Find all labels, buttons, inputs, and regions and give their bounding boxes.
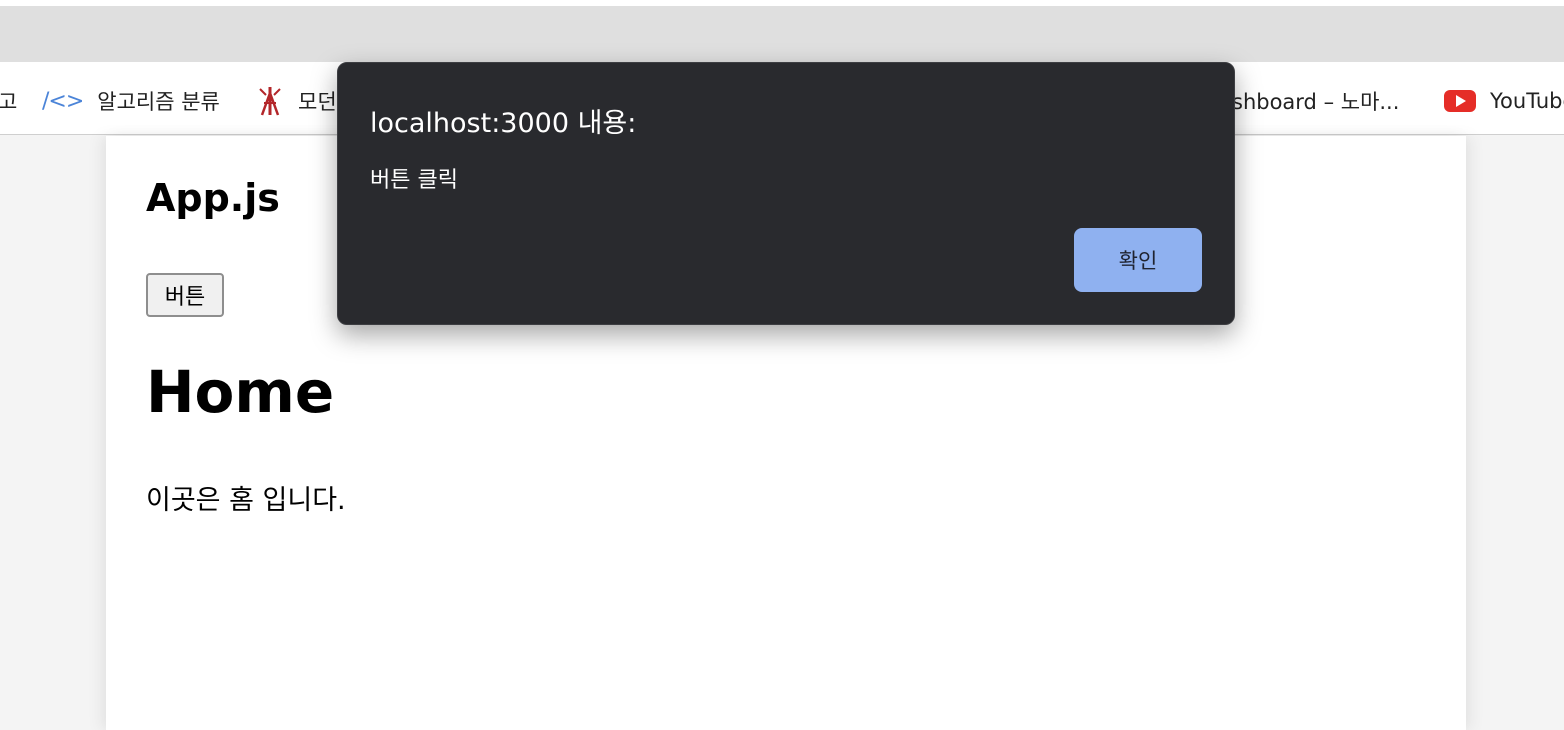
home-heading: Home	[146, 358, 335, 426]
bookmark-label: 알고리즘 분류	[97, 90, 220, 114]
bookmark-item-partial-left[interactable]: 고	[0, 84, 17, 118]
dialog-title: localhost:3000 내용:	[370, 108, 637, 139]
bookmark-item-modern[interactable]: 모던	[256, 84, 337, 118]
bookmark-item-youtube[interactable]: YouTube	[1444, 84, 1564, 118]
app-title: App.js	[146, 176, 280, 220]
tower-icon	[256, 85, 284, 117]
bookmark-label: YouTube	[1490, 89, 1564, 113]
alert-dialog: localhost:3000 내용: 버튼 클릭 확인	[337, 62, 1235, 325]
bookmark-label: shboard – 노마...	[1232, 90, 1400, 114]
bookmark-label: 모던	[298, 90, 337, 114]
home-text: 이곳은 홈 입니다.	[146, 485, 346, 516]
youtube-icon	[1444, 90, 1476, 112]
dialog-message: 버튼 클릭	[370, 168, 458, 193]
bookmark-item-algorithm[interactable]: /<> 알고리즘 분류	[42, 84, 220, 118]
code-icon: /<>	[42, 88, 84, 114]
bookmark-item-dashboard[interactable]: shboard – 노마...	[1232, 84, 1399, 118]
page-button[interactable]: 버튼	[146, 273, 224, 317]
bookmark-label: 고	[0, 90, 18, 114]
browser-toolbar	[0, 6, 1564, 62]
ok-button[interactable]: 확인	[1074, 228, 1202, 292]
